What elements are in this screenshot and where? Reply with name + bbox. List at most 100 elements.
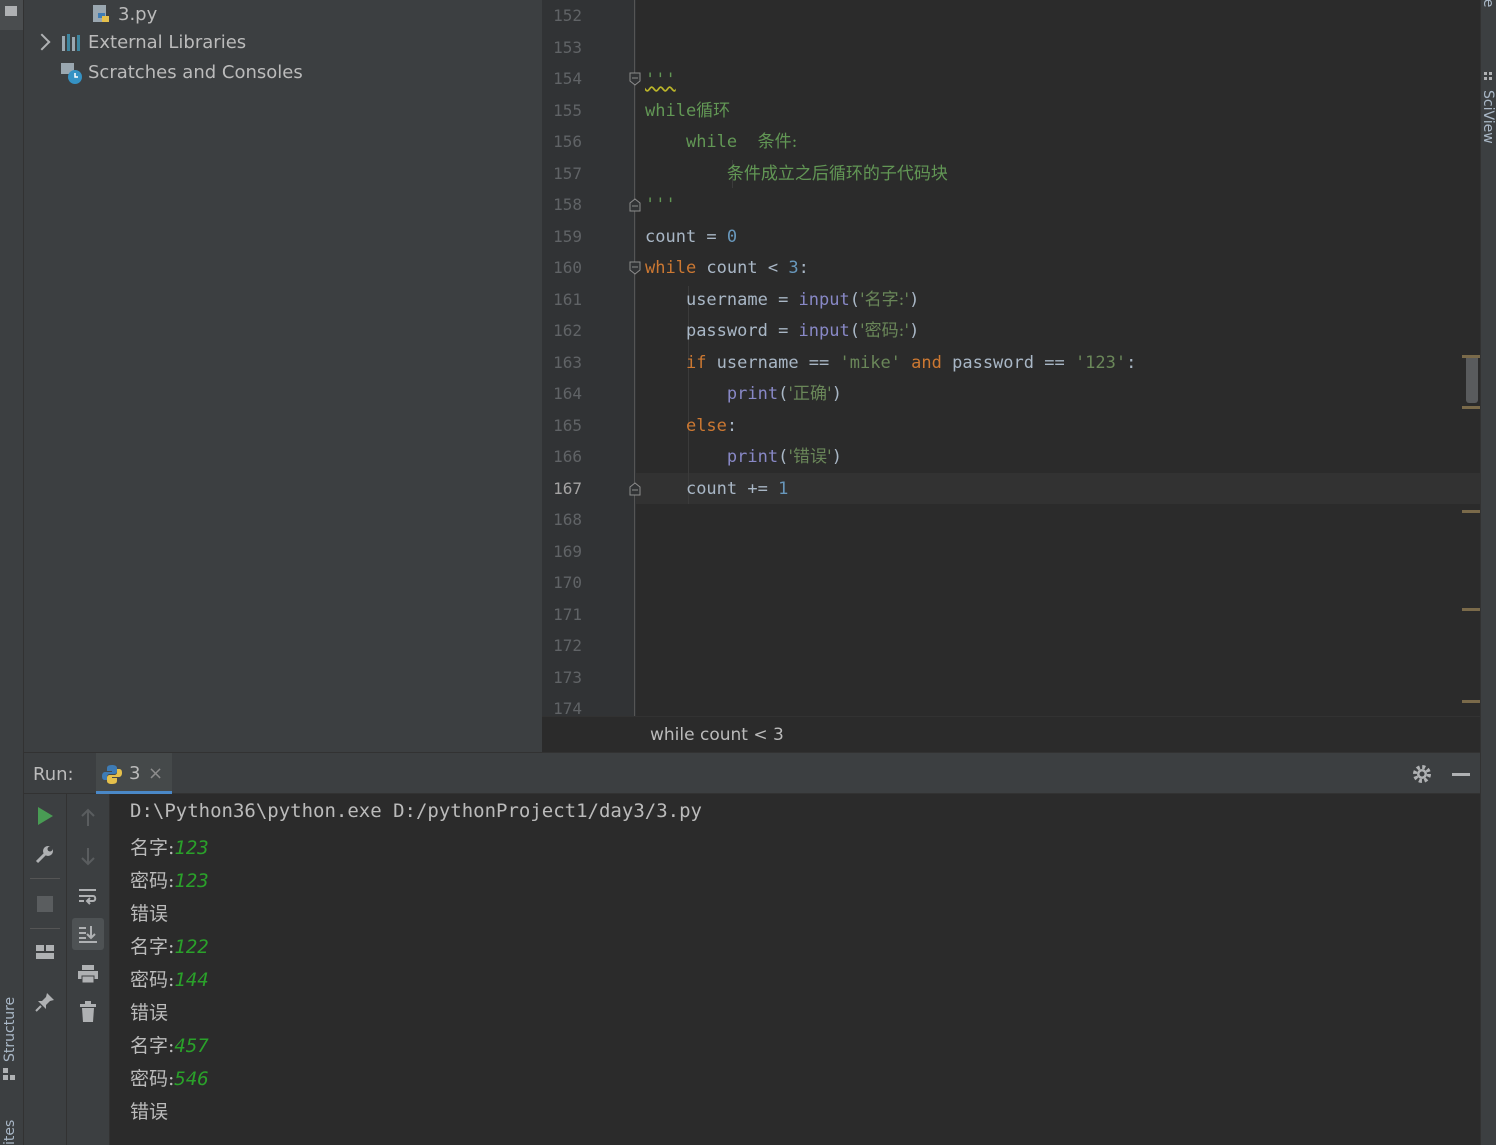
gear-icon[interactable] xyxy=(1410,762,1434,786)
console-prompt: 名字: xyxy=(130,936,175,958)
code-token: count xyxy=(645,227,697,247)
scroll-up-button[interactable] xyxy=(72,802,104,834)
code-editor[interactable]: 152 153 154 155 156 157 158 159 160 161 … xyxy=(542,0,1480,752)
line-number: 156 xyxy=(553,132,582,151)
tree-item-label: Scratches and Consoles xyxy=(88,61,303,83)
line-number: 157 xyxy=(553,164,582,183)
gutter-separator xyxy=(634,0,635,716)
code-token: username == xyxy=(706,353,840,373)
arrow-up-icon xyxy=(81,808,95,826)
line-number: 171 xyxy=(553,605,582,624)
tree-item-scratches[interactable]: Scratches and Consoles xyxy=(60,58,303,86)
fold-collapse-icon[interactable] xyxy=(629,261,641,275)
console-line: 名字:122 xyxy=(130,932,209,959)
line-number: 162 xyxy=(553,321,582,340)
fold-end-icon[interactable] xyxy=(629,198,641,212)
structure-tool-tab[interactable]: Structure xyxy=(2,997,18,1062)
run-console[interactable]: D:\Python36\python.exe D:/pythonProject1… xyxy=(110,794,1480,1145)
line-number: 161 xyxy=(553,290,582,309)
scroll-to-end-button[interactable] xyxy=(72,918,104,950)
sciview-tool-tab[interactable]: SciView xyxy=(1480,90,1496,144)
console-line: 密码:123 xyxy=(130,866,209,893)
console-prompt: 名字: xyxy=(130,837,175,859)
code-token: ) xyxy=(831,384,842,404)
line-number: 154 xyxy=(553,69,582,88)
code-token: and xyxy=(900,353,942,373)
toolbar-separator xyxy=(30,928,60,929)
minimize-icon[interactable] xyxy=(1452,773,1470,776)
code-line-165: else: xyxy=(645,415,737,437)
sciview-icon xyxy=(1484,72,1494,82)
restore-layout-button[interactable] xyxy=(29,936,61,968)
code-token: '错误' xyxy=(788,447,832,467)
code-line-156: while 条件: xyxy=(645,131,797,153)
code-line-162: password = input('密码:') xyxy=(645,320,919,342)
toolbar-separator xyxy=(30,878,60,879)
fold-end-icon[interactable] xyxy=(629,482,641,496)
project-tool-button[interactable] xyxy=(0,0,23,30)
run-tool-window-header: Run: 3 × xyxy=(24,752,1480,794)
trash-icon xyxy=(80,1001,96,1022)
code-token: 0 xyxy=(726,227,738,247)
error-stripe-marker[interactable] xyxy=(1462,510,1480,513)
code-token: 3 xyxy=(788,258,799,278)
favorites-tool-tab[interactable]: ites xyxy=(2,1120,18,1145)
docstring-close: ''' xyxy=(645,195,676,215)
code-token: '正确' xyxy=(788,384,832,404)
code-token: input xyxy=(798,290,850,310)
code-token: ) xyxy=(909,321,920,341)
line-number: 163 xyxy=(553,353,582,372)
editor-scrollbar-thumb[interactable] xyxy=(1466,355,1478,403)
code-token: username = xyxy=(685,290,799,310)
code-token: '名字:' xyxy=(859,290,910,310)
rerun-button[interactable] xyxy=(29,800,61,832)
print-button[interactable] xyxy=(72,958,104,990)
database-tool-tab[interactable]: base xyxy=(1480,0,1496,7)
edit-configuration-button[interactable] xyxy=(29,838,61,870)
error-stripe-marker[interactable] xyxy=(1462,608,1480,611)
docstring-text: while xyxy=(685,132,738,152)
scratches-icon xyxy=(60,61,84,84)
chevron-right-icon[interactable] xyxy=(33,33,51,51)
console-output: 错误 xyxy=(130,1101,169,1123)
console-line: 名字:457 xyxy=(130,1031,209,1058)
error-stripe-marker[interactable] xyxy=(1462,355,1480,358)
close-icon[interactable]: × xyxy=(148,763,163,784)
left-tool-stripe: Structure ites xyxy=(0,0,24,1145)
tree-item-3py[interactable]: 3.py xyxy=(90,0,157,28)
pin-tab-button[interactable] xyxy=(29,986,61,1018)
error-stripe-marker[interactable] xyxy=(1462,700,1480,703)
error-stripe-marker[interactable] xyxy=(1462,406,1480,409)
stop-button[interactable] xyxy=(29,888,61,920)
run-label: Run: xyxy=(33,764,74,785)
tree-item-external-libraries[interactable]: External Libraries xyxy=(33,28,246,56)
code-token: : xyxy=(726,416,738,436)
fold-collapse-icon[interactable] xyxy=(629,72,641,86)
scroll-down-button[interactable] xyxy=(72,840,104,872)
console-line: D:\Python36\python.exe D:/pythonProject1… xyxy=(130,800,702,822)
run-tab-3[interactable]: 3 × xyxy=(96,753,172,794)
code-token: password == xyxy=(941,353,1075,373)
code-line-166: print('错误') xyxy=(645,446,842,468)
wrench-icon xyxy=(35,846,53,864)
console-prompt: 密码: xyxy=(130,969,175,991)
clear-all-button[interactable] xyxy=(72,996,104,1028)
code-token: print xyxy=(726,384,779,404)
console-prompt: 密码: xyxy=(130,870,175,892)
code-line-155: while循环 xyxy=(645,100,730,122)
code-line-160: while count < 3: xyxy=(645,257,809,279)
soft-wrap-button[interactable] xyxy=(72,880,104,912)
code-token: count += xyxy=(685,479,779,499)
code-token: while xyxy=(645,258,697,278)
console-line: 密码:546 xyxy=(130,1064,209,1091)
run-tab-label: 3 xyxy=(129,763,141,784)
folder-icon xyxy=(5,6,17,16)
code-token: if xyxy=(685,353,707,373)
code-token: input xyxy=(798,321,850,341)
soft-wrap-icon xyxy=(79,889,97,905)
code-token: : xyxy=(1126,353,1137,373)
breadcrumb-item[interactable]: while count < 3 xyxy=(650,725,784,745)
code-line-154: ''' xyxy=(645,69,676,91)
code-token: '密码:' xyxy=(859,321,910,341)
code-line-157: 条件成立之后循环的子代码块 xyxy=(645,163,948,185)
